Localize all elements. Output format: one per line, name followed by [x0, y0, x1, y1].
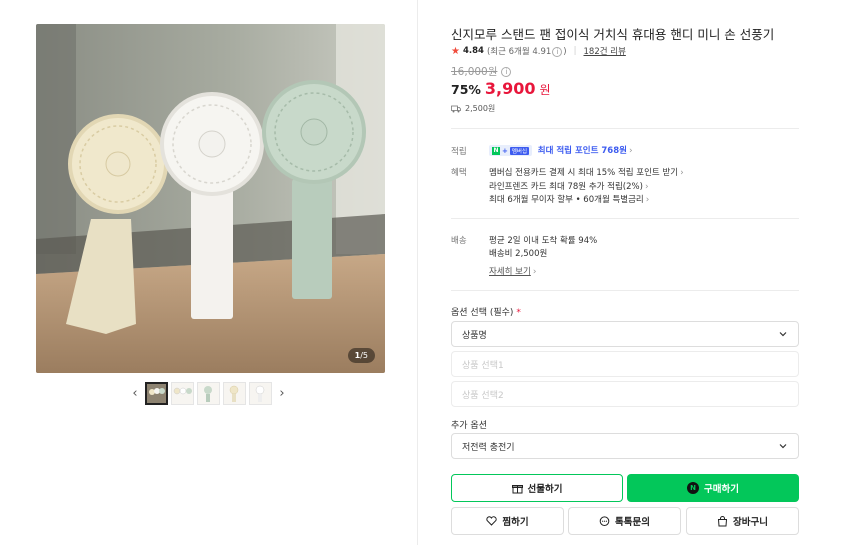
required-option-title: 옵션 선택 (필수) *: [451, 308, 521, 318]
currency-unit: 원: [539, 83, 551, 97]
benefit-line-2[interactable]: 라인프렌즈 카드 최대 78원 추가 적립(2%) ›: [489, 180, 649, 192]
thumb-prev-chevron-icon[interactable]: ‹: [128, 381, 142, 405]
option-select-1[interactable]: 상품 선택1: [451, 351, 799, 377]
rating-score: 4.84: [462, 46, 484, 56]
membership-badge: N + 멤버십: [489, 145, 533, 156]
thumb-next-chevron-icon[interactable]: ›: [275, 381, 289, 405]
extra-option-select[interactable]: 저전력 충전기: [451, 433, 799, 459]
thumbnail-5[interactable]: [249, 381, 272, 405]
chevron-right-icon: ›: [532, 267, 537, 277]
gift-button[interactable]: 선물하기: [451, 474, 623, 502]
talk-inquiry-button[interactable]: 톡톡문의: [568, 507, 681, 535]
thumbnail-image: [147, 383, 166, 403]
divider: [451, 290, 799, 291]
thumbnail-strip: ‹ ›: [128, 381, 289, 405]
wish-button[interactable]: 찜하기: [451, 507, 564, 535]
price-info-icon[interactable]: i: [501, 66, 512, 77]
original-price: 16,000원 i: [451, 64, 512, 79]
option-select-product-name[interactable]: 상품명: [451, 321, 799, 347]
product-photo: [36, 24, 385, 373]
rating-row: ★ 4.84 (최근 6개월 4.91 i) | 182건 리뷰: [451, 45, 626, 57]
divider: [451, 218, 799, 219]
chat-bubble-icon: [599, 515, 610, 526]
thumbnail-4[interactable]: [223, 381, 246, 405]
sale-price: 3,900: [484, 79, 536, 98]
thumbnail-image: [204, 385, 212, 402]
shipping-fee-row: 2,500원: [451, 103, 495, 114]
delivery-detail-link[interactable]: 자세히 보기 ›: [489, 265, 536, 277]
star-icon: ★: [451, 45, 460, 57]
chevron-down-icon: [779, 444, 787, 449]
thumbnail-image: [173, 387, 192, 394]
chevron-down-icon: [779, 332, 787, 337]
product-main-image[interactable]: 1/5: [36, 24, 385, 373]
gift-icon: [511, 484, 523, 493]
image-page-indicator: 1/5: [347, 348, 375, 363]
naver-pay-icon: N: [687, 482, 700, 494]
extra-option-title: 추가 옵션: [451, 421, 487, 431]
chevron-right-icon: ›: [645, 195, 650, 205]
point-label: 적립: [451, 147, 467, 157]
chevron-right-icon: ›: [644, 182, 649, 192]
truck-icon: [451, 105, 461, 112]
option-select-2[interactable]: 상품 선택2: [451, 381, 799, 407]
chevron-right-icon: ›: [628, 146, 633, 156]
benefit-line-3[interactable]: 최대 6개월 무이자 할부 • 60개월 특별금리 ›: [489, 193, 649, 205]
shopping-bag-icon: [717, 515, 728, 526]
delivery-label: 배송: [451, 236, 467, 246]
thumbnail-3[interactable]: [197, 381, 220, 405]
discount-rate: 75%: [451, 82, 481, 97]
rating-recent: (최근 6개월 4.91 i): [486, 47, 567, 57]
divider: [451, 128, 799, 129]
thumbnail-2[interactable]: [171, 381, 194, 405]
sale-price-row: 75% 3,900 원: [451, 79, 551, 98]
thumbnail-image: [255, 385, 265, 402]
point-row[interactable]: N + 멤버십 최대 적립 포인트 768원 ›: [489, 144, 633, 156]
product-title: 신지모루 스탠드 팬 접이식 거치식 휴대용 핸디 미니 손 선풍기: [451, 27, 775, 42]
max-point-link[interactable]: 최대 적립 포인트 768원: [538, 146, 627, 156]
delivery-line-1: 평균 2일 이내 도착 확률 94%: [489, 236, 598, 246]
chevron-right-icon: ›: [680, 168, 684, 178]
review-count-link[interactable]: 182건 리뷰: [584, 45, 626, 57]
separator: |: [573, 46, 577, 56]
buy-button[interactable]: N 구매하기: [627, 474, 799, 502]
benefit-line-1[interactable]: 멤버십 전용카드 결제 시 최대 15% 적립 포인트 받기 ›: [489, 166, 684, 178]
heart-icon: [486, 516, 498, 526]
delivery-line-2: 배송비 2,500원: [489, 249, 548, 259]
thumbnail-1[interactable]: [145, 381, 168, 405]
benefit-label: 혜택: [451, 168, 467, 178]
cart-button[interactable]: 장바구니: [686, 507, 799, 535]
info-icon[interactable]: i: [552, 47, 563, 57]
naver-n-icon: N: [492, 146, 500, 155]
thumbnail-image: [229, 385, 239, 402]
panel-divider: [417, 0, 418, 545]
